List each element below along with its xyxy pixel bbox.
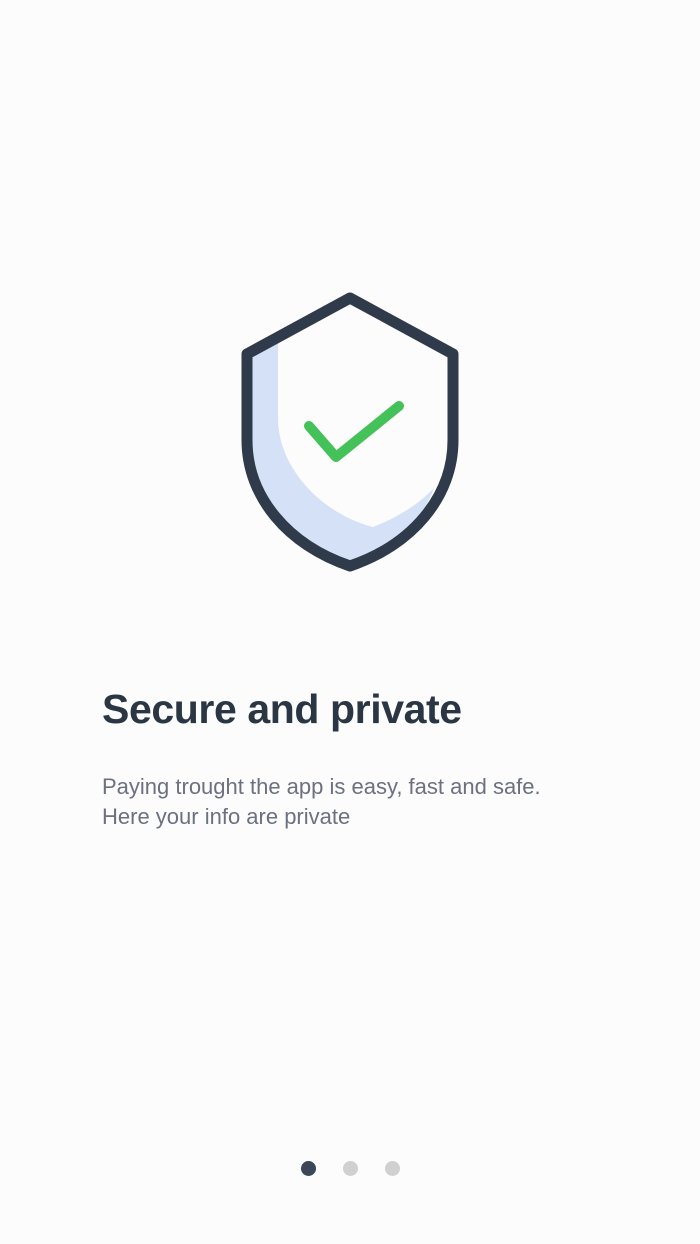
check-mark xyxy=(304,401,404,462)
shield-check-icon xyxy=(241,292,459,572)
description-line: Here your info are private xyxy=(102,804,351,829)
page-dot-3[interactable] xyxy=(384,1161,400,1176)
page-dot-2[interactable] xyxy=(342,1161,358,1176)
page-dot-1[interactable] xyxy=(300,1161,316,1176)
shield-check-illustration xyxy=(240,292,460,572)
onboarding-screen: Secure and private Paying trought the ap… xyxy=(0,0,700,1244)
description-line: Paying trought the app is easy, fast and… xyxy=(102,774,541,799)
page-title: Secure and private xyxy=(102,686,462,732)
page-indicator xyxy=(0,1161,700,1177)
page-description: Paying trought the app is easy, fast and… xyxy=(102,772,622,832)
